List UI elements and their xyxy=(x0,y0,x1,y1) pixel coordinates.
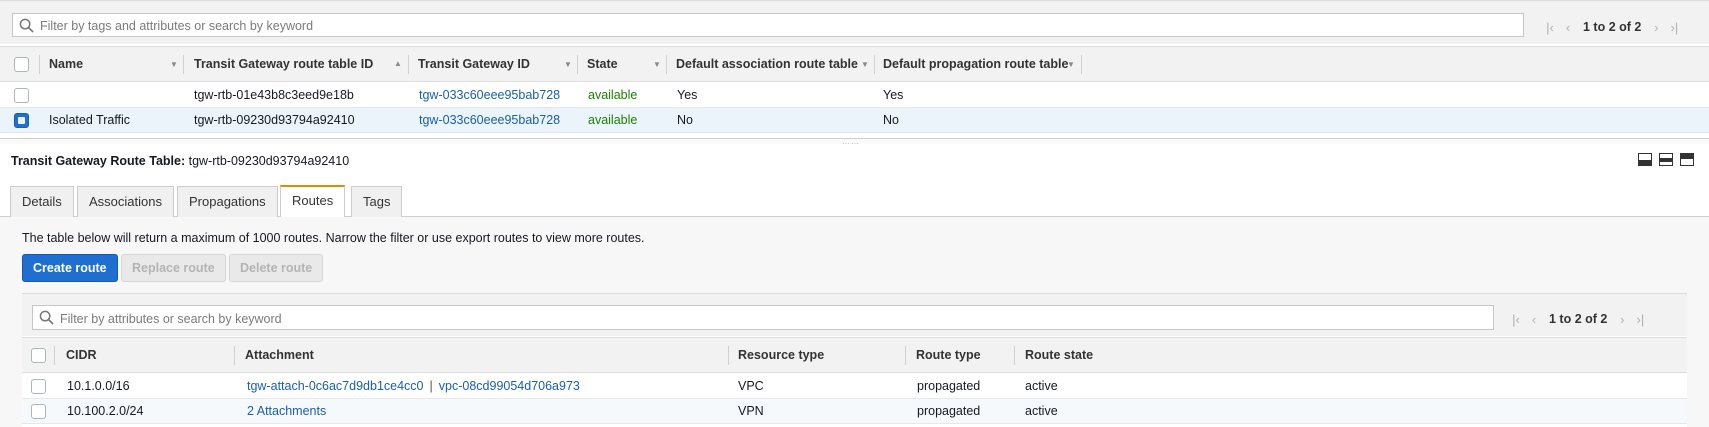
last-page-icon[interactable]: ›| xyxy=(1665,20,1683,35)
prev-page-icon[interactable]: ‹ xyxy=(1559,20,1577,35)
table-row[interactable]: tgw-rtb-01e43b8c3eed9e18b tgw-033c60eee9… xyxy=(0,83,1709,108)
last-page-icon[interactable]: ›| xyxy=(1631,312,1649,327)
row-checkbox[interactable] xyxy=(31,404,46,419)
cell-default-association: No xyxy=(677,113,693,127)
column-header-attachment[interactable]: Attachment xyxy=(236,338,314,372)
cell-resource-type: VPC xyxy=(738,379,764,393)
layout-switcher xyxy=(1638,153,1694,167)
cell-tgw-id-link[interactable]: tgw-033c60eee95bab728 xyxy=(419,83,560,107)
layout-split-icon[interactable] xyxy=(1659,153,1673,166)
column-header-cidr[interactable]: CIDR xyxy=(57,338,97,372)
cell-route-state: active xyxy=(1025,379,1058,393)
tab-associations[interactable]: Associations xyxy=(77,186,174,217)
column-header-default-association[interactable]: Default association route table xyxy=(667,47,874,81)
route-table-search[interactable] xyxy=(12,13,1524,37)
tab-routes[interactable]: Routes xyxy=(280,185,346,217)
row-checkbox[interactable] xyxy=(14,88,29,103)
sort-desc-icon[interactable]: ▼ xyxy=(170,61,178,69)
replace-route-button[interactable]: Replace route xyxy=(121,254,226,282)
first-page-icon[interactable]: |‹ xyxy=(1541,20,1559,35)
cell-name: Isolated Traffic xyxy=(49,113,131,127)
cell-route-type: propagated xyxy=(917,379,981,393)
next-page-icon[interactable]: › xyxy=(1613,312,1631,327)
route-table-search-input[interactable] xyxy=(40,17,1510,34)
row-checkbox[interactable] xyxy=(31,379,46,394)
cell-rtb-id: tgw-rtb-09230d93794a92410 xyxy=(194,113,355,127)
sort-desc-icon[interactable]: ▼ xyxy=(564,61,572,69)
cell-default-propagation: Yes xyxy=(883,88,904,102)
select-all-checkbox[interactable] xyxy=(14,57,29,72)
column-header-default-propagation[interactable]: Default propagation route table xyxy=(874,47,1081,81)
routes-search-input[interactable] xyxy=(60,310,1480,327)
attachments-link[interactable]: 2 Attachments xyxy=(247,404,326,418)
routes-limit-note: The table below will return a maximum of… xyxy=(22,231,645,245)
routes-table: |‹ ‹ 1 to 2 of 2 › ›| CIDR Attachment Re… xyxy=(22,293,1687,427)
create-route-button[interactable]: Create route xyxy=(22,254,118,282)
sort-desc-icon[interactable]: ▼ xyxy=(1067,61,1075,69)
column-header-route-type[interactable]: Route type xyxy=(907,338,981,372)
routes-filter-bar: |‹ ‹ 1 to 2 of 2 › ›| xyxy=(22,293,1687,336)
cell-attachment: 2 Attachments xyxy=(247,399,326,423)
delete-route-button[interactable]: Delete route xyxy=(229,254,324,282)
column-header-name[interactable]: Name xyxy=(40,47,183,81)
pager-text: 1 to 2 of 2 xyxy=(1549,312,1608,326)
column-header-route-state[interactable]: Route state xyxy=(1016,338,1093,372)
cell-route-type: propagated xyxy=(917,404,981,418)
sort-asc-icon[interactable]: ▲ xyxy=(394,60,402,68)
splitter-grip-icon[interactable]: ⋯⋯ xyxy=(842,139,860,148)
tab-tags[interactable]: Tags xyxy=(351,186,403,217)
cell-resource-type: VPN xyxy=(738,404,764,418)
cell-route-state: active xyxy=(1025,404,1058,418)
sort-desc-icon[interactable]: ▼ xyxy=(861,61,869,69)
cell-default-propagation: No xyxy=(883,113,899,127)
table-row[interactable]: 10.1.0.0/16 tgw-attach-0c6ac7d9db1ce4cc0… xyxy=(22,374,1687,399)
column-header-rtb-id[interactable]: Transit Gateway route table ID xyxy=(185,47,407,81)
cell-tgw-id-link[interactable]: tgw-033c60eee95bab728 xyxy=(419,108,560,132)
vpc-link[interactable]: vpc-08cd99054d706a973 xyxy=(439,379,580,393)
column-header-tgw-id[interactable]: Transit Gateway ID xyxy=(409,47,577,81)
search-icon xyxy=(19,18,34,33)
tab-details[interactable]: Details xyxy=(10,186,74,217)
select-all-checkbox[interactable] xyxy=(31,348,46,363)
attachment-link[interactable]: tgw-attach-0c6ac7d9db1ce4cc0 xyxy=(247,379,424,393)
panel-splitter[interactable]: ⋯⋯ xyxy=(0,138,1709,148)
routes-grid-header: CIDR Attachment Resource type Route type… xyxy=(22,337,1687,373)
cell-state: available xyxy=(588,88,638,102)
cell-state: available xyxy=(588,113,638,127)
cell-default-association: Yes xyxy=(677,88,698,102)
attachment-separator: | xyxy=(429,379,433,393)
row-checkbox[interactable] xyxy=(14,113,29,128)
layout-bottom-icon[interactable] xyxy=(1638,153,1652,166)
first-page-icon[interactable]: |‹ xyxy=(1507,312,1525,327)
route-table-pager: |‹ ‹ 1 to 2 of 2 › ›| xyxy=(1541,18,1683,36)
cell-cidr: 10.1.0.0/16 xyxy=(67,379,130,393)
prev-page-icon[interactable]: ‹ xyxy=(1525,312,1543,327)
routes-search[interactable] xyxy=(32,305,1494,330)
sort-desc-icon[interactable]: ▼ xyxy=(653,61,661,69)
tab-propagations[interactable]: Propagations xyxy=(177,186,278,217)
cell-rtb-id: tgw-rtb-01e43b8c3eed9e18b xyxy=(194,88,354,102)
table-row[interactable]: 10.100.2.0/24 2 Attachments VPN propagat… xyxy=(22,399,1687,424)
cell-attachment: tgw-attach-0c6ac7d9db1ce4cc0 | vpc-08cd990… xyxy=(247,374,580,398)
routes-pager: |‹ ‹ 1 to 2 of 2 › ›| xyxy=(1507,310,1649,328)
column-header-resource-type[interactable]: Resource type xyxy=(729,338,824,372)
table-row-selected[interactable]: Isolated Traffic tgw-rtb-09230d93794a924… xyxy=(0,108,1709,133)
top-filter-bar: |‹ ‹ 1 to 2 of 2 › ›| xyxy=(0,0,1709,44)
detail-tabs: Details Associations Propagations Routes… xyxy=(0,185,1709,217)
detail-title: Transit Gateway Route Table: tgw-rtb-092… xyxy=(11,154,350,168)
search-icon xyxy=(39,310,54,325)
layout-top-icon[interactable] xyxy=(1680,153,1694,166)
routes-panel: The table below will return a maximum of… xyxy=(0,217,1709,427)
next-page-icon[interactable]: › xyxy=(1647,20,1665,35)
route-table-grid-header: Name ▼ Transit Gateway route table ID ▲ … xyxy=(0,46,1709,82)
pager-text: 1 to 2 of 2 xyxy=(1583,20,1642,34)
cell-cidr: 10.100.2.0/24 xyxy=(67,404,144,418)
